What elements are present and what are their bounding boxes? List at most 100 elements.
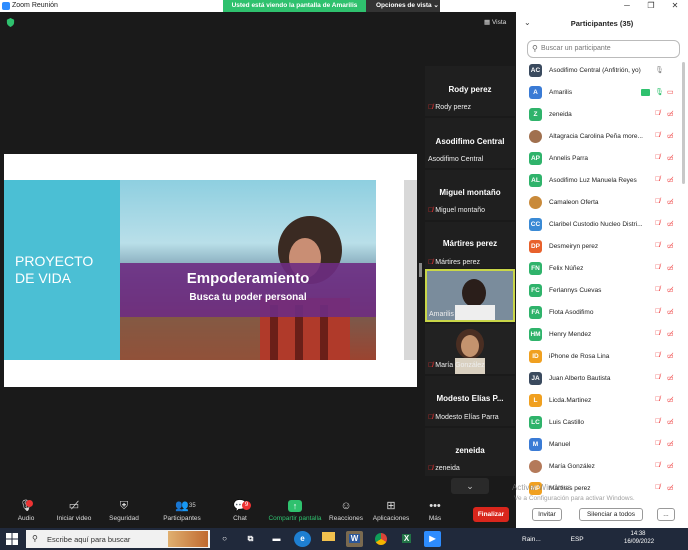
participant-row[interactable]: M Manuel 🎙̸ ▭̸ bbox=[527, 434, 677, 456]
activate-windows-watermark: Activar Windows bbox=[512, 483, 572, 492]
mic-icon[interactable]: 🎙 bbox=[655, 66, 664, 74]
tile-name: Miguel montaño bbox=[439, 188, 501, 197]
participant-row[interactable]: CC Claribel Custodio Nucleo Distri... 🎙̸ ▭̸ bbox=[527, 214, 677, 236]
mic-muted-icon[interactable]: 🎙̸ bbox=[655, 330, 660, 337]
participant-row[interactable]: L Licda.Martinez 🎙̸ ▭̸ bbox=[527, 390, 677, 412]
participant-row[interactable]: Altagracia Carolina Peña more... 🎙̸ ▭̸ bbox=[527, 126, 677, 148]
word-icon[interactable]: W bbox=[346, 531, 363, 547]
start-video-button[interactable]: ▭̸ Iniciar video bbox=[48, 500, 100, 522]
security-button[interactable]: ⛨ Seguridad bbox=[98, 500, 150, 522]
excel-icon[interactable]: X bbox=[398, 531, 415, 547]
minimize-icon[interactable]: ─ bbox=[616, 0, 638, 12]
mic-muted-icon[interactable]: 🎙̸ bbox=[655, 418, 660, 425]
mic-muted-icon[interactable]: 🎙̸ bbox=[655, 176, 660, 183]
participant-row[interactable]: Zzeneida 🎙̸ ▭̸ bbox=[527, 104, 677, 126]
participant-row[interactable]: HM Henry Mendez 🎙̸ ▭̸ bbox=[527, 324, 677, 346]
cortana-icon[interactable]: ○ bbox=[216, 531, 233, 547]
mic-muted-icon[interactable]: 🎙̸ bbox=[655, 374, 660, 381]
video-off-icon[interactable]: ▭̸ bbox=[667, 308, 674, 316]
participant-row[interactable]: María González 🎙̸ ▭̸ bbox=[527, 456, 677, 478]
video-off-icon[interactable]: ▭̸ bbox=[667, 176, 674, 184]
view-button[interactable]: ▦ Vista bbox=[484, 18, 506, 26]
chat-button[interactable]: 💬 Chat bbox=[214, 500, 266, 522]
video-off-icon[interactable]: ▭̸ bbox=[667, 264, 674, 272]
video-off-icon[interactable]: ▭̸ bbox=[667, 154, 674, 162]
video-off-icon[interactable]: ▭̸ bbox=[667, 418, 674, 426]
participant-row[interactable]: FC Ferlannys Cuevas 🎙̸ ▭̸ bbox=[527, 280, 677, 302]
video-off-icon[interactable]: ▭̸ bbox=[667, 352, 674, 360]
mic-muted-icon[interactable]: 🎙̸ bbox=[655, 154, 660, 161]
chrome-icon[interactable] bbox=[372, 531, 389, 547]
mic-muted-icon[interactable]: 🎙̸ bbox=[655, 286, 660, 293]
mic-muted-icon[interactable]: 🎙̸ bbox=[655, 462, 660, 469]
mic-muted-icon[interactable]: 🎙̸ bbox=[655, 440, 660, 447]
video-off-icon[interactable]: ▭̸ bbox=[667, 132, 674, 140]
slide-gray-strip bbox=[404, 180, 417, 360]
taskbar-clock[interactable]: 14:38 16/09/2022 bbox=[624, 530, 654, 546]
view-options-button[interactable]: Opciones de vista ⌄ bbox=[366, 0, 440, 12]
participant-row[interactable]: AC Asodifimo Central (Anfitrión, yo) 🎙 bbox=[527, 60, 677, 82]
windows-start-icon[interactable] bbox=[6, 533, 18, 545]
more-options-button[interactable]: ... bbox=[657, 508, 675, 521]
scroll-down-icon[interactable]: ⌄ bbox=[451, 478, 489, 494]
mic-muted-icon[interactable]: 🎙̸ bbox=[655, 220, 660, 227]
participant-row[interactable]: AL Asodifimo Luz Manuela Reyes 🎙̸ ▭̸ bbox=[527, 170, 677, 192]
mic-muted-icon[interactable]: 🎙̸ bbox=[655, 264, 660, 271]
video-off-icon[interactable]: ▭̸ bbox=[667, 242, 674, 250]
video-off-icon[interactable]: ▭̸ bbox=[667, 396, 674, 404]
shield-icon[interactable] bbox=[6, 18, 15, 27]
tile-name: Mártires perez bbox=[442, 239, 498, 248]
participant-row[interactable]: JA Juan Alberto Bautista 🎙̸ ▭̸ bbox=[527, 368, 677, 390]
edge-icon[interactable]: e bbox=[294, 531, 311, 547]
participant-name: Asodifimo Luz Manuela Reyes bbox=[549, 177, 637, 184]
mic-muted-icon[interactable]: 🎙̸ bbox=[655, 242, 660, 249]
mic-muted-icon[interactable]: 🎙̸ bbox=[655, 110, 660, 117]
participant-row[interactable]: ID iPhone de Rosa Lina 🎙̸ ▭̸ bbox=[527, 346, 677, 368]
audio-label: Audio bbox=[17, 515, 35, 522]
mic-icon[interactable]: 🎙 bbox=[655, 88, 664, 96]
participant-name: Altagracia Carolina Peña more... bbox=[549, 133, 643, 140]
video-off-icon[interactable]: ▭̸ bbox=[667, 330, 674, 338]
more-button[interactable]: ••• Más bbox=[409, 500, 461, 522]
participant-name: zeneida bbox=[549, 111, 572, 118]
invite-button[interactable]: Invitar bbox=[532, 508, 562, 521]
mic-muted-icon[interactable]: 🎙̸ bbox=[655, 308, 660, 315]
video-off-icon[interactable]: ▭̸ bbox=[667, 220, 674, 228]
participant-row[interactable]: DP Desmeiryn perez 🎙̸ ▭̸ bbox=[527, 236, 677, 258]
maximize-icon[interactable]: ❐ bbox=[640, 0, 662, 12]
video-off-icon[interactable]: ▭ bbox=[667, 88, 674, 96]
system-tray: Rain... ESP bbox=[522, 536, 584, 543]
zoom-logo-icon bbox=[2, 2, 10, 10]
avatar: AC bbox=[529, 64, 542, 77]
panel-scrollbar[interactable] bbox=[682, 62, 685, 184]
video-off-icon[interactable]: ▭̸ bbox=[667, 374, 674, 382]
mute-all-button[interactable]: Silenciar a todos bbox=[579, 508, 643, 521]
mic-muted-icon[interactable]: 🎙̸ bbox=[655, 396, 660, 403]
mic-muted-icon[interactable]: 🎙̸ bbox=[655, 132, 660, 139]
video-off-icon[interactable]: ▭̸ bbox=[667, 110, 674, 118]
participant-row[interactable]: FN Felix Núñez 🎙̸ ▭̸ bbox=[527, 258, 677, 280]
participant-row[interactable]: AP Annelis Parra 🎙̸ ▭̸ bbox=[527, 148, 677, 170]
participant-row[interactable]: Camaleon Oferta 🎙̸ ▭̸ bbox=[527, 192, 677, 214]
file-explorer-icon[interactable]: ▬ bbox=[268, 531, 285, 547]
participant-row[interactable]: FA Flota Asodifimo 🎙̸ ▭̸ bbox=[527, 302, 677, 324]
mic-muted-icon[interactable]: 🎙̸ bbox=[655, 352, 660, 359]
zoom-taskbar-icon[interactable]: ▶ bbox=[424, 531, 441, 547]
reactions-label: Reacciones bbox=[329, 515, 363, 522]
mic-muted-icon[interactable]: 🎙̸ bbox=[655, 198, 660, 205]
share-screen-button[interactable]: ↑ Compartir pantalla bbox=[266, 500, 324, 522]
close-icon[interactable]: ✕ bbox=[664, 0, 686, 12]
participants-button[interactable]: 👥 Participantes bbox=[156, 500, 208, 522]
video-off-icon[interactable]: ▭̸ bbox=[667, 462, 674, 470]
video-off-icon[interactable]: ▭̸ bbox=[667, 286, 674, 294]
participant-row[interactable]: LC Luis Castillo 🎙̸ ▭̸ bbox=[527, 412, 677, 434]
end-meeting-button[interactable]: Finalizar bbox=[473, 507, 509, 522]
video-off-icon[interactable]: ▭̸ bbox=[667, 440, 674, 448]
folder-icon[interactable] bbox=[320, 531, 337, 547]
participants-title: Participantes (35) bbox=[570, 19, 634, 28]
task-view-icon[interactable]: ⧉ bbox=[242, 531, 259, 547]
splitter-handle[interactable] bbox=[419, 263, 422, 277]
video-off-icon[interactable]: ▭̸ bbox=[667, 198, 674, 206]
participant-name: Manuel bbox=[549, 441, 571, 448]
participant-row[interactable]: A Amarilis 🎙 ▭ bbox=[527, 82, 677, 104]
